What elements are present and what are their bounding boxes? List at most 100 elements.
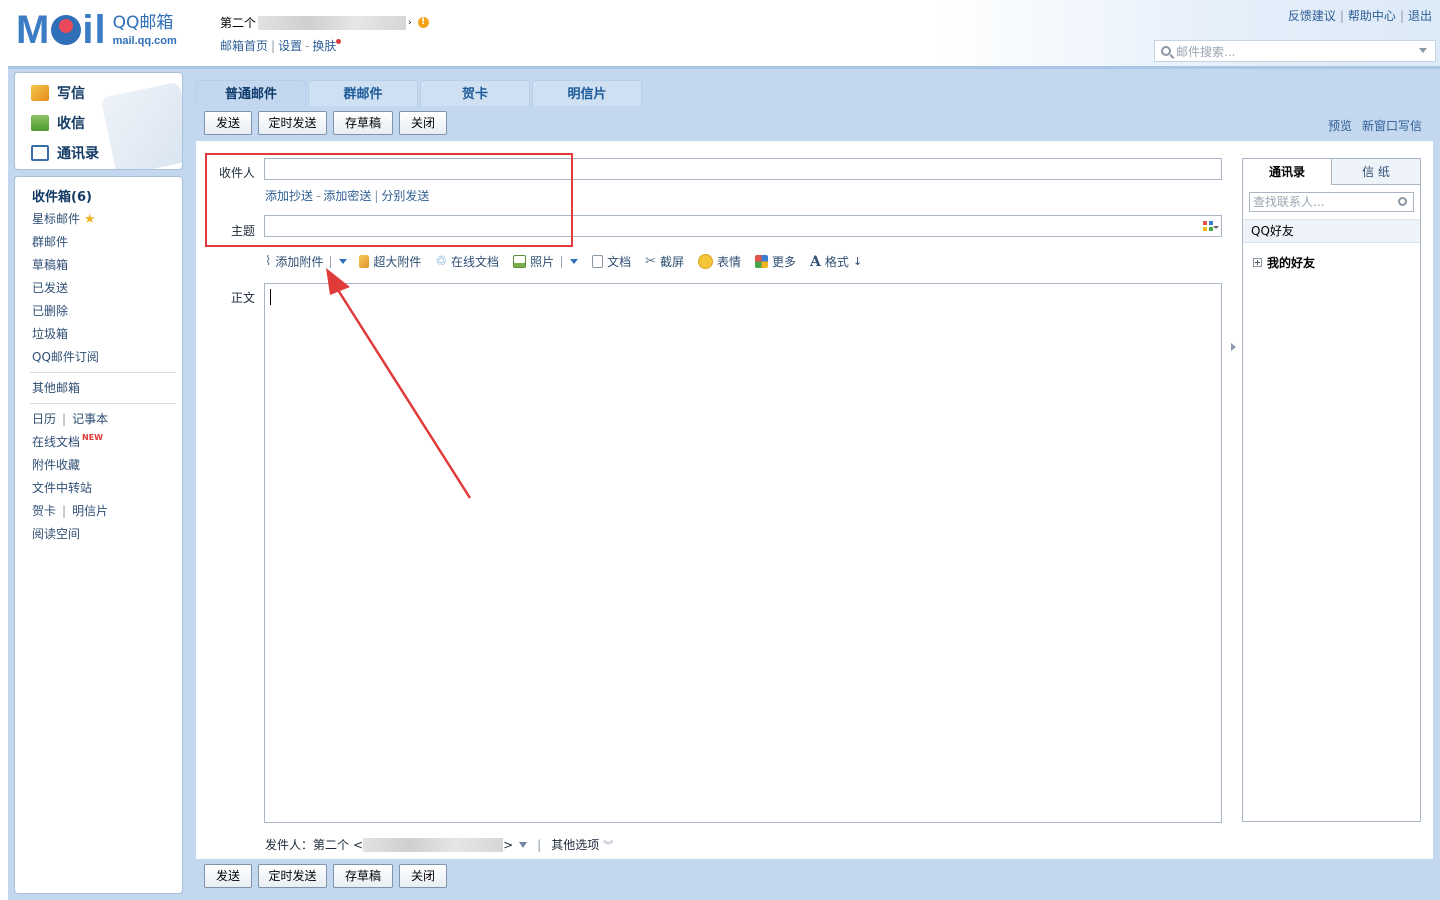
document-button[interactable]: 文档 [592,253,631,270]
sender-label: 发件人： [265,838,314,852]
tools-divider [30,403,176,404]
document-icon [592,255,604,268]
close-button[interactable]: 关闭 [399,111,447,135]
other-options-link[interactable]: 其他选项 [551,836,599,853]
expand-plus-icon[interactable] [1253,258,1262,267]
large-attachment-button[interactable]: 超大附件 [359,253,421,270]
save-draft-button[interactable]: 存草稿 [333,111,393,135]
reading-space-link[interactable]: 阅读空间 [32,525,80,542]
primary-actions-box: 写信 收信 通讯录 [14,72,183,170]
calendar-link[interactable]: 日历 [32,412,56,426]
collapse-panel-icon[interactable] [1231,343,1236,351]
account-name: 第二个 [220,16,257,30]
smiley-icon [698,254,714,269]
folder-subscriptions[interactable]: QQ邮件订阅 [32,348,99,365]
contacts-button[interactable]: 通讯录 [31,143,99,163]
close-button-bottom[interactable]: 关闭 [399,864,447,888]
top-right-links: 反馈建议 | 帮助中心 | 退出 [1287,9,1432,23]
contact-card-icon [31,145,49,161]
folder-divider [30,372,176,373]
screenshot-button[interactable]: ✂ 截屏 [645,253,684,270]
tab-greeting-card[interactable]: 贺卡 [420,80,530,106]
postcard-link[interactable]: 明信片 [72,504,108,518]
save-draft-button-bottom[interactable]: 存草稿 [333,864,393,888]
font-format-icon: A [810,253,821,270]
paperclip-icon: ⌇ [265,254,272,269]
qq-friends-group[interactable]: QQ好友 [1243,219,1420,243]
folder-starred[interactable]: 星标邮件 ★ [32,210,96,227]
online-docs-link[interactable]: 在线文档 NEW [32,433,103,450]
contact-search-input[interactable]: 查找联系人... [1249,192,1414,212]
contacts-label: 通讯录 [57,146,99,162]
logo-cn-text: QQ邮箱 [112,13,174,33]
card-postcard-row: 贺卡 | 明信片 [32,504,109,518]
scheduled-send-button[interactable]: 定时发送 [258,111,327,135]
contacts-panel: 通讯录 信 纸 查找联系人... QQ好友 我的好友 [1242,158,1421,822]
folder-group-mail[interactable]: 群邮件 [32,233,68,250]
card-link[interactable]: 贺卡 [32,504,56,518]
folder-starred-label: 星标邮件 [32,212,81,226]
subject-format-icon[interactable] [1203,221,1213,231]
help-link[interactable]: 帮助中心 [1348,9,1396,23]
tab-postcard[interactable]: 明信片 [532,80,642,106]
online-doc-button[interactable]: ♲ 在线文档 [435,253,499,270]
emoji-button[interactable]: 表情 [698,253,741,270]
logo-mascot-icon [51,15,82,45]
attachment-dropdown-icon[interactable] [339,259,348,264]
pencil-icon [31,85,49,101]
add-attachment-label: 添加附件 [275,255,324,269]
folder-drafts[interactable]: 草稿箱 [32,256,68,273]
logout-link[interactable]: 退出 [1408,9,1432,23]
mail-search-input[interactable]: 邮件搜索... [1154,40,1436,62]
add-attachment-button[interactable]: ⌇ 添加附件 [265,253,348,270]
search-dropdown-icon[interactable] [1419,48,1427,53]
folder-sent[interactable]: 已发送 [32,279,68,296]
attachment-favorites-link[interactable]: 附件收藏 [32,456,80,473]
photo-button[interactable]: 照片 [513,253,579,270]
send-button-bottom[interactable]: 发送 [204,864,252,888]
send-button[interactable]: 发送 [204,111,252,135]
folder-spam[interactable]: 垃圾箱 [32,325,68,342]
photo-label: 照片 [530,255,555,269]
format-button[interactable]: A 格式 ↓ [810,253,862,270]
redacted-sender-email [363,837,504,852]
inbox-download-icon [31,115,49,131]
subject-format-caret-icon[interactable] [1213,226,1219,229]
body-editor[interactable] [264,283,1222,823]
annotation-highlight-box [205,153,573,247]
folder-inbox[interactable]: 收件箱(6) [32,186,92,205]
account-info: 第二个 › ! 邮箱首页 | 设置 - 换肤 [220,14,429,54]
feedback-link[interactable]: 反馈建议 [1288,9,1336,23]
screenshot-label: 截屏 [660,255,685,269]
new-window-link[interactable]: 新窗口写信 [1362,117,1422,134]
redacted-email [258,15,407,30]
notebook-link[interactable]: 记事本 [72,412,108,426]
file-transfer-link[interactable]: 文件中转站 [32,479,92,496]
my-friends-group[interactable]: 我的好友 [1253,254,1315,271]
online-doc-label: 在线文档 [451,255,500,269]
home-link[interactable]: 邮箱首页 [220,39,268,53]
format-arrow-icon: ↓ [852,255,863,268]
warning-icon[interactable]: ! [417,17,429,28]
tab-stationery[interactable]: 信 纸 [1331,159,1420,185]
photo-dropdown-icon[interactable] [570,259,579,264]
tab-contacts[interactable]: 通讯录 [1243,159,1331,185]
penguin-decoration [100,81,182,169]
tab-group-mail[interactable]: 群邮件 [308,80,418,106]
scheduled-send-button-bottom[interactable]: 定时发送 [258,864,327,888]
compose-button[interactable]: 写信 [31,83,85,103]
tab-normal-mail[interactable]: 普通邮件 [196,80,306,106]
preview-link[interactable]: 预览 [1328,117,1352,134]
receive-button[interactable]: 收信 [31,113,85,133]
logo-domain-text: mail.qq.com [112,35,177,47]
other-mailbox-link[interactable]: 其他邮箱 [32,379,80,396]
contact-search-icon[interactable] [1398,197,1407,206]
search-icon [1161,46,1171,56]
skin-link[interactable]: 换肤 [312,39,336,53]
folder-deleted[interactable]: 已删除 [32,302,68,319]
qq-mail-logo[interactable]: Mil QQ邮箱 mail.qq.com [16,10,177,50]
sender-dropdown-icon[interactable] [519,841,528,848]
double-chevron-down-icon[interactable]: ︾ [603,837,613,852]
settings-link[interactable]: 设置 [278,39,302,53]
more-button[interactable]: 更多 [755,253,796,270]
